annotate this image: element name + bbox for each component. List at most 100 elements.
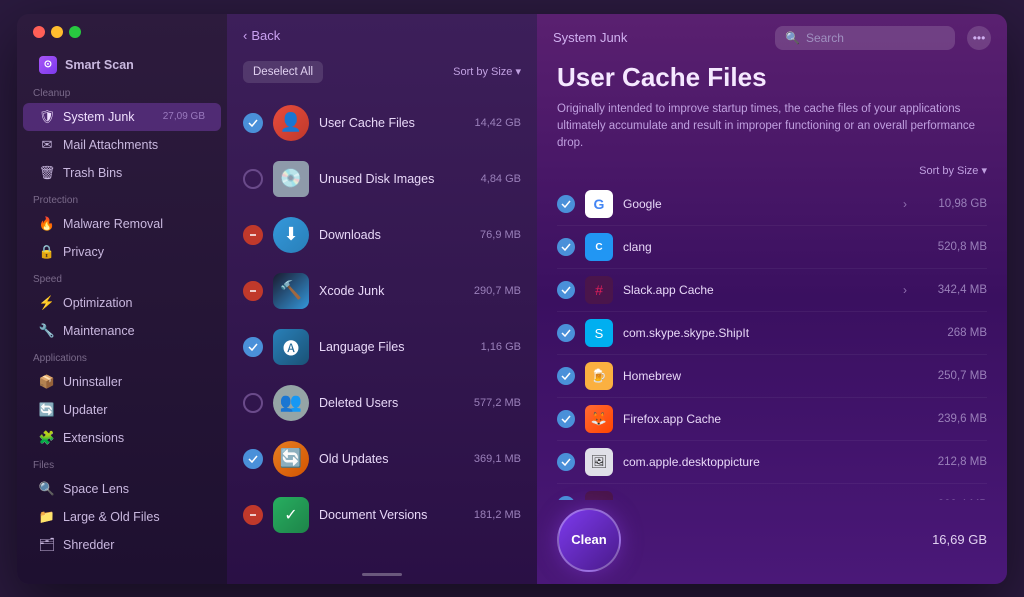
sidebar-item-label: Optimization bbox=[63, 296, 132, 310]
right-content: User Cache Files Originally intended to … bbox=[537, 62, 1007, 584]
list-item[interactable]: 🔄 Old Updates 369,1 MB bbox=[227, 431, 537, 487]
list-item-name: Downloads bbox=[319, 228, 470, 242]
sidebar-item-malware-removal[interactable]: 🔥 Malware Removal bbox=[23, 210, 221, 238]
homebrew-app-icon: 🍺 bbox=[585, 362, 613, 390]
right-checkbox[interactable] bbox=[557, 410, 575, 428]
checkbox-minus[interactable] bbox=[243, 281, 263, 301]
list-item-info: Language Files bbox=[319, 340, 471, 354]
list-item[interactable]: C clang 520,8 MB bbox=[557, 226, 987, 269]
close-button[interactable] bbox=[33, 26, 45, 38]
list-item[interactable]: 🅐 Language Files 1,16 GB bbox=[227, 319, 537, 375]
checkbox-unchecked[interactable] bbox=[243, 393, 263, 413]
back-button[interactable]: ‹ Back bbox=[243, 28, 280, 43]
mail-icon: ✉ bbox=[39, 137, 55, 153]
list-item[interactable]: 🔨 Xcode Junk 290,7 MB bbox=[227, 263, 537, 319]
sidebar-item-updater[interactable]: 🔄 Updater bbox=[23, 396, 221, 424]
clean-button[interactable]: Clean bbox=[557, 508, 621, 572]
list-item[interactable]: # com.tinyspeck.slackmacgap.ShipIt 209,4… bbox=[557, 484, 987, 499]
sidebar-item-maintenance[interactable]: 🔧 Maintenance bbox=[23, 317, 221, 345]
sidebar-item-privacy[interactable]: 🔒 Privacy bbox=[23, 238, 221, 266]
search-bar[interactable]: 🔍 bbox=[775, 26, 955, 50]
list-item-size: 369,1 MB bbox=[474, 453, 521, 465]
minimize-button[interactable] bbox=[51, 26, 63, 38]
checkbox-minus[interactable] bbox=[243, 225, 263, 245]
sidebar-item-shredder[interactable]: 🗂 Shredder bbox=[23, 531, 221, 559]
sidebar-item-space-lens[interactable]: 🔍 Space Lens bbox=[23, 475, 221, 503]
clang-app-icon: C bbox=[585, 233, 613, 261]
search-input[interactable] bbox=[806, 31, 936, 45]
smart-scan-icon: ⊙ bbox=[39, 56, 57, 74]
sort-by-size[interactable]: Sort by Size ▾ bbox=[453, 65, 521, 78]
skype-app-icon: S bbox=[585, 319, 613, 347]
right-panel-description: Originally intended to improve startup t… bbox=[557, 101, 987, 153]
malware-icon: 🔥 bbox=[39, 216, 55, 232]
sidebar-item-uninstaller[interactable]: 📦 Uninstaller bbox=[23, 368, 221, 396]
checkbox-checked[interactable] bbox=[243, 113, 263, 133]
list-item-name: Document Versions bbox=[319, 508, 464, 522]
right-checkbox[interactable] bbox=[557, 453, 575, 471]
sidebar-item-smart-scan[interactable]: ⊙ Smart Scan bbox=[23, 50, 221, 80]
right-checkbox[interactable] bbox=[557, 367, 575, 385]
checkbox-checked[interactable] bbox=[243, 449, 263, 469]
list-item[interactable]: 👤 User Cache Files 14,42 GB bbox=[227, 95, 537, 151]
maximize-button[interactable] bbox=[69, 26, 81, 38]
sidebar-item-label: Mail Attachments bbox=[63, 138, 158, 152]
checkbox-minus[interactable] bbox=[243, 505, 263, 525]
sidebar-item-large-old-files[interactable]: 📁 Large & Old Files bbox=[23, 503, 221, 531]
list-item-name: Deleted Users bbox=[319, 396, 464, 410]
sidebar-item-label: Shredder bbox=[63, 538, 114, 552]
middle-header: ‹ Back bbox=[227, 14, 537, 57]
slack-app-icon: # bbox=[585, 276, 613, 304]
extensions-icon: 🧩 bbox=[39, 430, 55, 446]
sidebar-item-trash-bins[interactable]: 🗑 Trash Bins bbox=[23, 159, 221, 187]
list-item[interactable]: # Slack.app Cache › 342,4 MB bbox=[557, 269, 987, 312]
sidebar-item-label: Uninstaller bbox=[63, 375, 122, 389]
app-window: ⊙ Smart Scan Cleanup 🛡 System Junk 27,09… bbox=[17, 14, 1007, 584]
sidebar-item-system-junk[interactable]: 🛡 System Junk 27,09 GB bbox=[23, 103, 221, 131]
right-checkbox[interactable] bbox=[557, 324, 575, 342]
sidebar-section-speed: Speed bbox=[17, 266, 227, 289]
right-panel: System Junk 🔍 ••• User Cache Files Origi… bbox=[537, 14, 1007, 584]
item-size: 10,98 GB bbox=[917, 198, 987, 210]
right-sort-by[interactable]: Sort by Size ▾ bbox=[919, 164, 987, 177]
list-item[interactable]: 👥 Deleted Users 577,2 MB bbox=[227, 375, 537, 431]
sidebar-section-files: Files bbox=[17, 452, 227, 475]
right-checkbox[interactable] bbox=[557, 195, 575, 213]
list-item-size: 290,7 MB bbox=[474, 285, 521, 297]
sidebar-item-optimization[interactable]: ⚡ Optimization bbox=[23, 289, 221, 317]
checkbox-checked[interactable] bbox=[243, 337, 263, 357]
list-item-size: 181,2 MB bbox=[474, 509, 521, 521]
right-header: System Junk 🔍 ••• bbox=[537, 14, 1007, 62]
list-item[interactable]: ✓ Document Versions 181,2 MB bbox=[227, 487, 537, 543]
middle-toolbar: Deselect All Sort by Size ▾ bbox=[227, 57, 537, 91]
doc-versions-icon: ✓ bbox=[273, 497, 309, 533]
list-item[interactable]: 🍺 Homebrew 250,7 MB bbox=[557, 355, 987, 398]
old-updates-icon: 🔄 bbox=[273, 441, 309, 477]
sidebar-item-label: Malware Removal bbox=[63, 217, 163, 231]
options-button[interactable]: ••• bbox=[967, 26, 991, 50]
list-item[interactable]: 💿 Unused Disk Images 4,84 GB bbox=[227, 151, 537, 207]
right-checkbox[interactable] bbox=[557, 238, 575, 256]
list-item[interactable]: S com.skype.skype.ShipIt 268 MB bbox=[557, 312, 987, 355]
list-item-name: Language Files bbox=[319, 340, 471, 354]
right-checkbox[interactable] bbox=[557, 281, 575, 299]
system-junk-size: 27,09 GB bbox=[163, 111, 205, 122]
list-item[interactable]: ⬇ Downloads 76,9 MB bbox=[227, 207, 537, 263]
sidebar-item-label: Privacy bbox=[63, 245, 104, 259]
list-item[interactable]: G Google › 10,98 GB bbox=[557, 183, 987, 226]
list-item[interactable]: 🖼 com.apple.desktoppicture 212,8 MB bbox=[557, 441, 987, 484]
item-size: 239,6 MB bbox=[917, 413, 987, 425]
sidebar-item-extensions[interactable]: 🧩 Extensions bbox=[23, 424, 221, 452]
sidebar-section-protection: Protection bbox=[17, 187, 227, 210]
deselect-all-button[interactable]: Deselect All bbox=[243, 61, 323, 83]
sidebar-item-mail-attachments[interactable]: ✉ Mail Attachments bbox=[23, 131, 221, 159]
language-icon: 🅐 bbox=[273, 329, 309, 365]
smart-scan-label: Smart Scan bbox=[65, 58, 134, 72]
list-item[interactable]: 🦊 Firefox.app Cache 239,6 MB bbox=[557, 398, 987, 441]
list-item-info: Deleted Users bbox=[319, 396, 464, 410]
sidebar-item-label: System Junk bbox=[63, 110, 135, 124]
middle-list: 👤 User Cache Files 14,42 GB 💿 Unused Dis… bbox=[227, 91, 537, 565]
list-item-name: Unused Disk Images bbox=[319, 172, 471, 186]
privacy-icon: 🔒 bbox=[39, 244, 55, 260]
checkbox-unchecked[interactable] bbox=[243, 169, 263, 189]
